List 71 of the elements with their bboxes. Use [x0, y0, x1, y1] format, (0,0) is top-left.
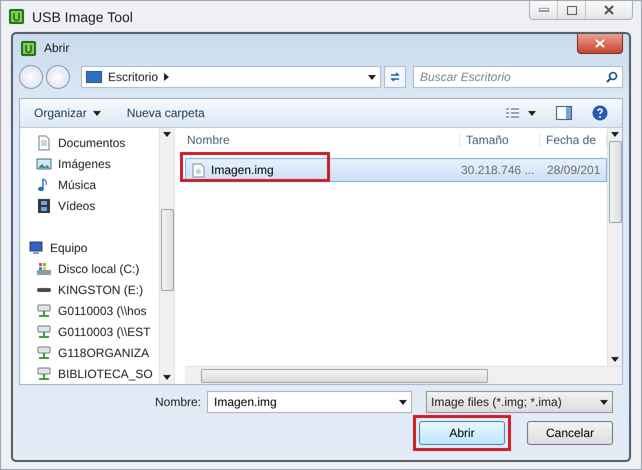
network-drive-icon [36, 344, 52, 360]
network-drive-icon [36, 324, 52, 340]
organize-menu[interactable]: Organizar [34, 106, 101, 120]
sidebar-item[interactable]: Vídeos [28, 195, 159, 216]
file-name: Imagen.img [211, 163, 274, 177]
computer-icon [28, 240, 44, 256]
chevron-icon [164, 73, 170, 81]
refresh-button[interactable] [384, 66, 406, 88]
sidebar-item[interactable]: G0110003 (\\hos [28, 300, 159, 321]
app-icon [9, 9, 24, 24]
search-field[interactable]: Buscar Escritorio [418, 69, 606, 85]
sidebar-item[interactable]: G118ORGANIZA [28, 342, 159, 363]
maximize-icon [566, 6, 576, 14]
caret-icon [163, 132, 171, 137]
close-icon [604, 5, 614, 15]
sidebar-item[interactable]: Equipo [28, 237, 159, 258]
network-drive-icon [36, 302, 52, 318]
file-icon [192, 162, 205, 178]
minimize-icon [538, 8, 548, 12]
help-icon[interactable] [592, 105, 608, 121]
new-folder-button[interactable]: Nueva carpeta [126, 106, 205, 120]
close-icon [595, 39, 605, 48]
file-type-dropdown[interactable]: Image files (*.img; *.ima) [426, 391, 613, 413]
search-field[interactable]: Buscar Escritorio [413, 66, 623, 88]
view-list-icon[interactable] [506, 107, 536, 119]
back-button[interactable] [19, 65, 43, 89]
caret-icon [163, 375, 171, 380]
maximize-button[interactable] [557, 1, 585, 19]
window-title: USB Image Tool [32, 8, 134, 24]
scrollbar[interactable] [159, 128, 174, 384]
sidebar-item[interactable]: G0110003 (\\EST [28, 321, 159, 342]
caret-icon [399, 400, 407, 404]
caret-icon [611, 357, 619, 362]
caret-icon [92, 110, 101, 116]
caret-icon [368, 74, 376, 80]
image-icon [36, 156, 52, 172]
dialog-title: Abrir [44, 41, 70, 55]
search-icon [606, 71, 618, 83]
sidebar-item[interactable]: KINGSTON (E:) [28, 279, 159, 300]
horizontal-scrollbar[interactable] [185, 366, 622, 384]
scrollbar[interactable] [607, 128, 622, 366]
file-size: 30.218.746 ... [461, 163, 536, 177]
address-bar[interactable]: Escritorio [81, 66, 381, 88]
refresh-icon [389, 71, 401, 83]
close-button[interactable] [577, 34, 623, 54]
file-row[interactable]: Imagen.img 30.218.746 ... 28/09/201 [185, 158, 607, 182]
sidebar-item[interactable]: Disco local (C:) [28, 258, 159, 279]
sidebar-item[interactable]: Música [28, 174, 159, 195]
minimize-button[interactable] [530, 1, 557, 19]
network-drive-icon [36, 366, 52, 382]
preview-pane-icon[interactable] [556, 106, 572, 120]
forward-button[interactable] [46, 65, 70, 89]
file-date: 28/09/201 [546, 163, 602, 177]
sidebar-item[interactable]: Imágenes [28, 153, 159, 174]
filename-field[interactable]: Imagen.img [212, 394, 399, 410]
desktop-icon [86, 71, 102, 83]
sidebar-item[interactable]: Documentos [28, 132, 159, 153]
filename-label: Nombre: [154, 395, 201, 409]
document-icon [36, 134, 52, 150]
drive-icon [36, 260, 52, 276]
column-header[interactable]: Tamaño [460, 133, 540, 147]
app-icon [21, 40, 36, 56]
caret-icon [600, 400, 608, 404]
filename-field[interactable]: Imagen.img [207, 391, 412, 413]
column-header[interactable]: Nombre [185, 133, 460, 147]
drive-icon [36, 286, 52, 292]
cancel-button[interactable]: Cancelar [527, 421, 613, 445]
sidebar-item[interactable]: BIBLIOTECA_SO [28, 363, 159, 384]
caret-icon [611, 132, 619, 137]
open-button[interactable]: Abrir [419, 421, 505, 445]
film-icon [36, 198, 52, 214]
